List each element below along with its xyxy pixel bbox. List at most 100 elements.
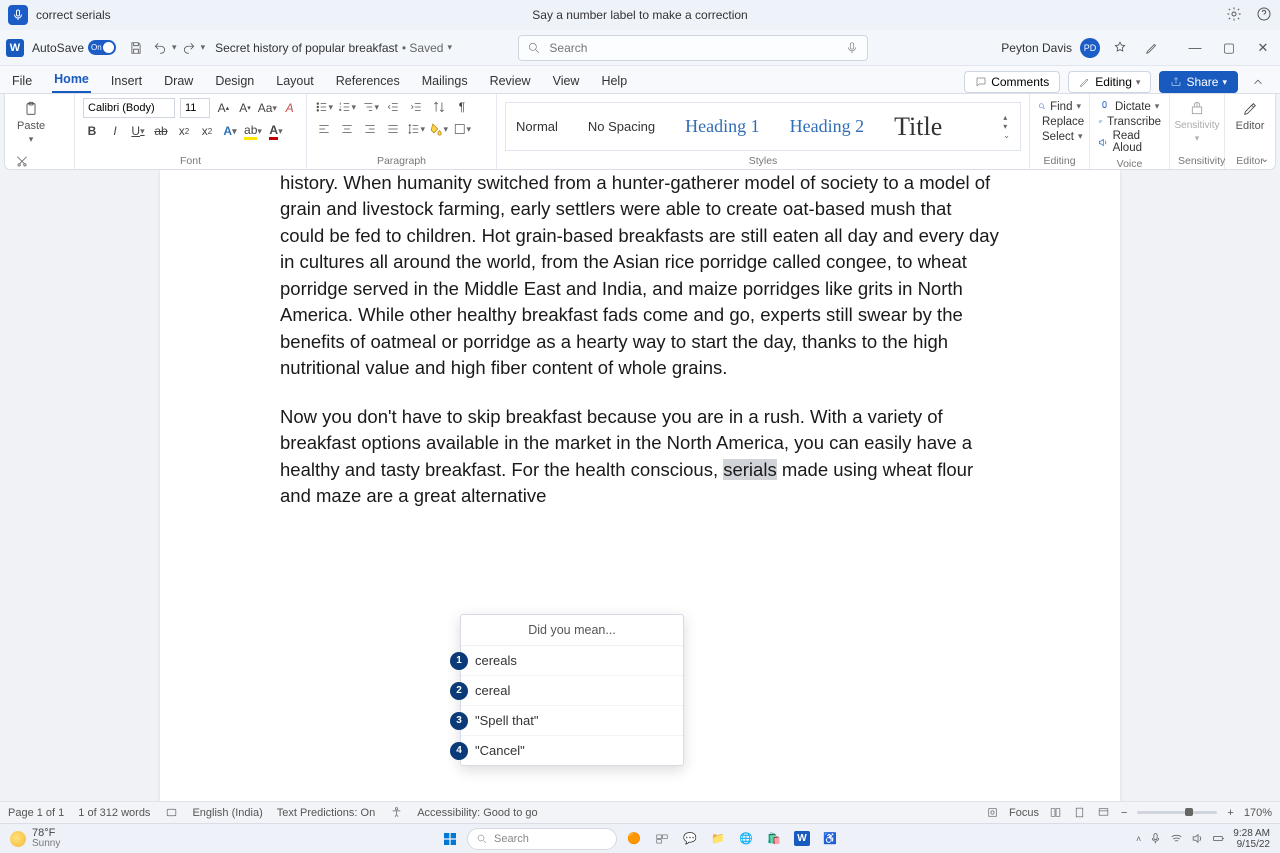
- weather-widget[interactable]: 78°F Sunny: [0, 828, 70, 849]
- tray-mic-icon[interactable]: [1149, 832, 1162, 845]
- decrease-indent-icon[interactable]: [384, 98, 402, 116]
- style-normal[interactable]: Normal: [516, 119, 558, 134]
- style-heading2[interactable]: Heading 2: [790, 116, 864, 137]
- accessibility-taskbar-icon[interactable]: ♿: [819, 828, 841, 850]
- language-status[interactable]: English (India): [192, 807, 262, 819]
- popup-option-4[interactable]: 4"Cancel": [461, 736, 683, 765]
- dictate-button[interactable]: Dictate▾: [1098, 100, 1161, 113]
- styles-gallery[interactable]: Normal No Spacing Heading 1 Heading 2 Ti…: [505, 102, 1021, 151]
- comments-button[interactable]: Comments: [964, 71, 1060, 93]
- maximize-button[interactable]: ▢: [1218, 40, 1240, 56]
- numbering-icon[interactable]: ▾: [338, 98, 356, 116]
- search-input[interactable]: [549, 41, 837, 55]
- document-name[interactable]: Secret history of popular breakfast: [215, 41, 398, 55]
- text-effects-icon[interactable]: A▾: [221, 122, 239, 140]
- autosave-toggle[interactable]: AutoSave On: [32, 40, 116, 55]
- file-explorer-icon[interactable]: 📁: [707, 828, 729, 850]
- popup-option-3[interactable]: 3"Spell that": [461, 706, 683, 736]
- align-left-icon[interactable]: [315, 120, 333, 138]
- doc-name-dropdown[interactable]: ▾: [447, 42, 452, 53]
- search-mic-icon[interactable]: [845, 41, 859, 55]
- font-color-icon[interactable]: A▾: [267, 122, 285, 140]
- align-right-icon[interactable]: [361, 120, 379, 138]
- style-no-spacing[interactable]: No Spacing: [588, 119, 655, 134]
- read-mode-icon[interactable]: [1049, 806, 1063, 820]
- bold-button[interactable]: B: [83, 122, 101, 140]
- transcribe-button[interactable]: Transcribe: [1098, 115, 1161, 128]
- text-predictions-status[interactable]: Text Predictions: On: [277, 807, 375, 819]
- line-spacing-icon[interactable]: ▾: [407, 120, 425, 138]
- avatar[interactable]: PD: [1080, 38, 1100, 58]
- zoom-out-button[interactable]: −: [1121, 807, 1127, 819]
- zoom-level[interactable]: 170%: [1244, 807, 1272, 819]
- underline-button[interactable]: U▾: [129, 122, 147, 140]
- zoom-in-button[interactable]: +: [1227, 807, 1233, 819]
- superscript-button[interactable]: x2: [198, 122, 216, 140]
- accessibility-status[interactable]: Accessibility: Good to go: [417, 807, 537, 819]
- system-clock[interactable]: 9:28 AM 9/15/22: [1233, 828, 1270, 850]
- tab-references[interactable]: References: [334, 70, 402, 93]
- cut-icon[interactable]: [13, 153, 31, 171]
- paste-button[interactable]: Paste ▾: [13, 98, 49, 147]
- shrink-font-icon[interactable]: A▾: [237, 99, 254, 117]
- bullets-icon[interactable]: ▾: [315, 98, 333, 116]
- close-button[interactable]: ✕: [1252, 40, 1274, 56]
- highlight-icon[interactable]: ab▾: [244, 122, 262, 140]
- read-aloud-button[interactable]: Read Aloud: [1098, 130, 1161, 154]
- font-name-select[interactable]: [83, 98, 175, 118]
- tray-battery-icon[interactable]: [1212, 832, 1225, 845]
- start-button[interactable]: [439, 828, 461, 850]
- italic-button[interactable]: I: [106, 122, 124, 140]
- clear-formatting-icon[interactable]: A: [281, 99, 298, 117]
- tab-help[interactable]: Help: [599, 70, 629, 93]
- tab-home[interactable]: Home: [52, 68, 91, 93]
- search-box[interactable]: [518, 35, 868, 61]
- store-icon[interactable]: 🛍️: [763, 828, 785, 850]
- strikethrough-button[interactable]: ab: [152, 122, 170, 140]
- minimize-button[interactable]: —: [1184, 40, 1206, 56]
- share-button[interactable]: Share▾: [1159, 71, 1238, 93]
- replace-button[interactable]: Replace: [1038, 115, 1081, 128]
- tab-design[interactable]: Design: [213, 70, 256, 93]
- spellcheck-icon[interactable]: [164, 806, 178, 820]
- change-case-icon[interactable]: Aa▾: [258, 99, 276, 117]
- print-layout-icon[interactable]: [1073, 806, 1087, 820]
- sort-icon[interactable]: [430, 98, 448, 116]
- focus-label[interactable]: Focus: [1009, 807, 1039, 819]
- zoom-slider[interactable]: [1137, 811, 1217, 814]
- paragraph-2[interactable]: Now you don't have to skip breakfast bec…: [280, 404, 1000, 510]
- microphone-icon[interactable]: [8, 5, 28, 25]
- word-taskbar-icon[interactable]: W: [791, 828, 813, 850]
- focus-icon[interactable]: [985, 806, 999, 820]
- web-layout-icon[interactable]: [1097, 806, 1111, 820]
- tab-draw[interactable]: Draw: [162, 70, 195, 93]
- subscript-button[interactable]: x2: [175, 122, 193, 140]
- user-name[interactable]: Peyton Davis: [1001, 41, 1072, 55]
- redo-icon[interactable]: [181, 40, 197, 56]
- popup-option-1[interactable]: 1cereals: [461, 646, 683, 676]
- popup-option-2[interactable]: 2cereal: [461, 676, 683, 706]
- style-title[interactable]: Title: [894, 112, 942, 142]
- tab-view[interactable]: View: [551, 70, 582, 93]
- chat-icon[interactable]: 💬: [679, 828, 701, 850]
- task-view-icon[interactable]: [651, 828, 673, 850]
- help-icon[interactable]: [1256, 6, 1272, 25]
- tab-insert[interactable]: Insert: [109, 70, 144, 93]
- pen-icon[interactable]: [1144, 40, 1160, 56]
- coming-soon-icon[interactable]: [1112, 40, 1128, 56]
- word-count[interactable]: 1 of 312 words: [78, 807, 150, 819]
- qat-customize[interactable]: ▾: [201, 42, 206, 53]
- editor-button[interactable]: Editor: [1233, 98, 1267, 134]
- tab-file[interactable]: File: [10, 70, 34, 93]
- grow-font-icon[interactable]: A▴: [215, 99, 232, 117]
- ribbon-options-icon[interactable]: ⌄: [1261, 154, 1269, 165]
- style-heading1[interactable]: Heading 1: [685, 116, 759, 137]
- collapse-ribbon-icon[interactable]: [1250, 74, 1266, 90]
- tray-chevron-icon[interactable]: ˄: [1136, 834, 1141, 844]
- select-button[interactable]: Select▾: [1038, 130, 1081, 143]
- show-marks-icon[interactable]: ¶: [453, 98, 471, 116]
- undo-icon[interactable]: [152, 40, 168, 56]
- paragraph-1[interactable]: history. When humanity switched from a h…: [280, 170, 1000, 382]
- sensitivity-button[interactable]: Sensitivity ▾: [1178, 98, 1216, 146]
- font-size-select[interactable]: [180, 98, 210, 118]
